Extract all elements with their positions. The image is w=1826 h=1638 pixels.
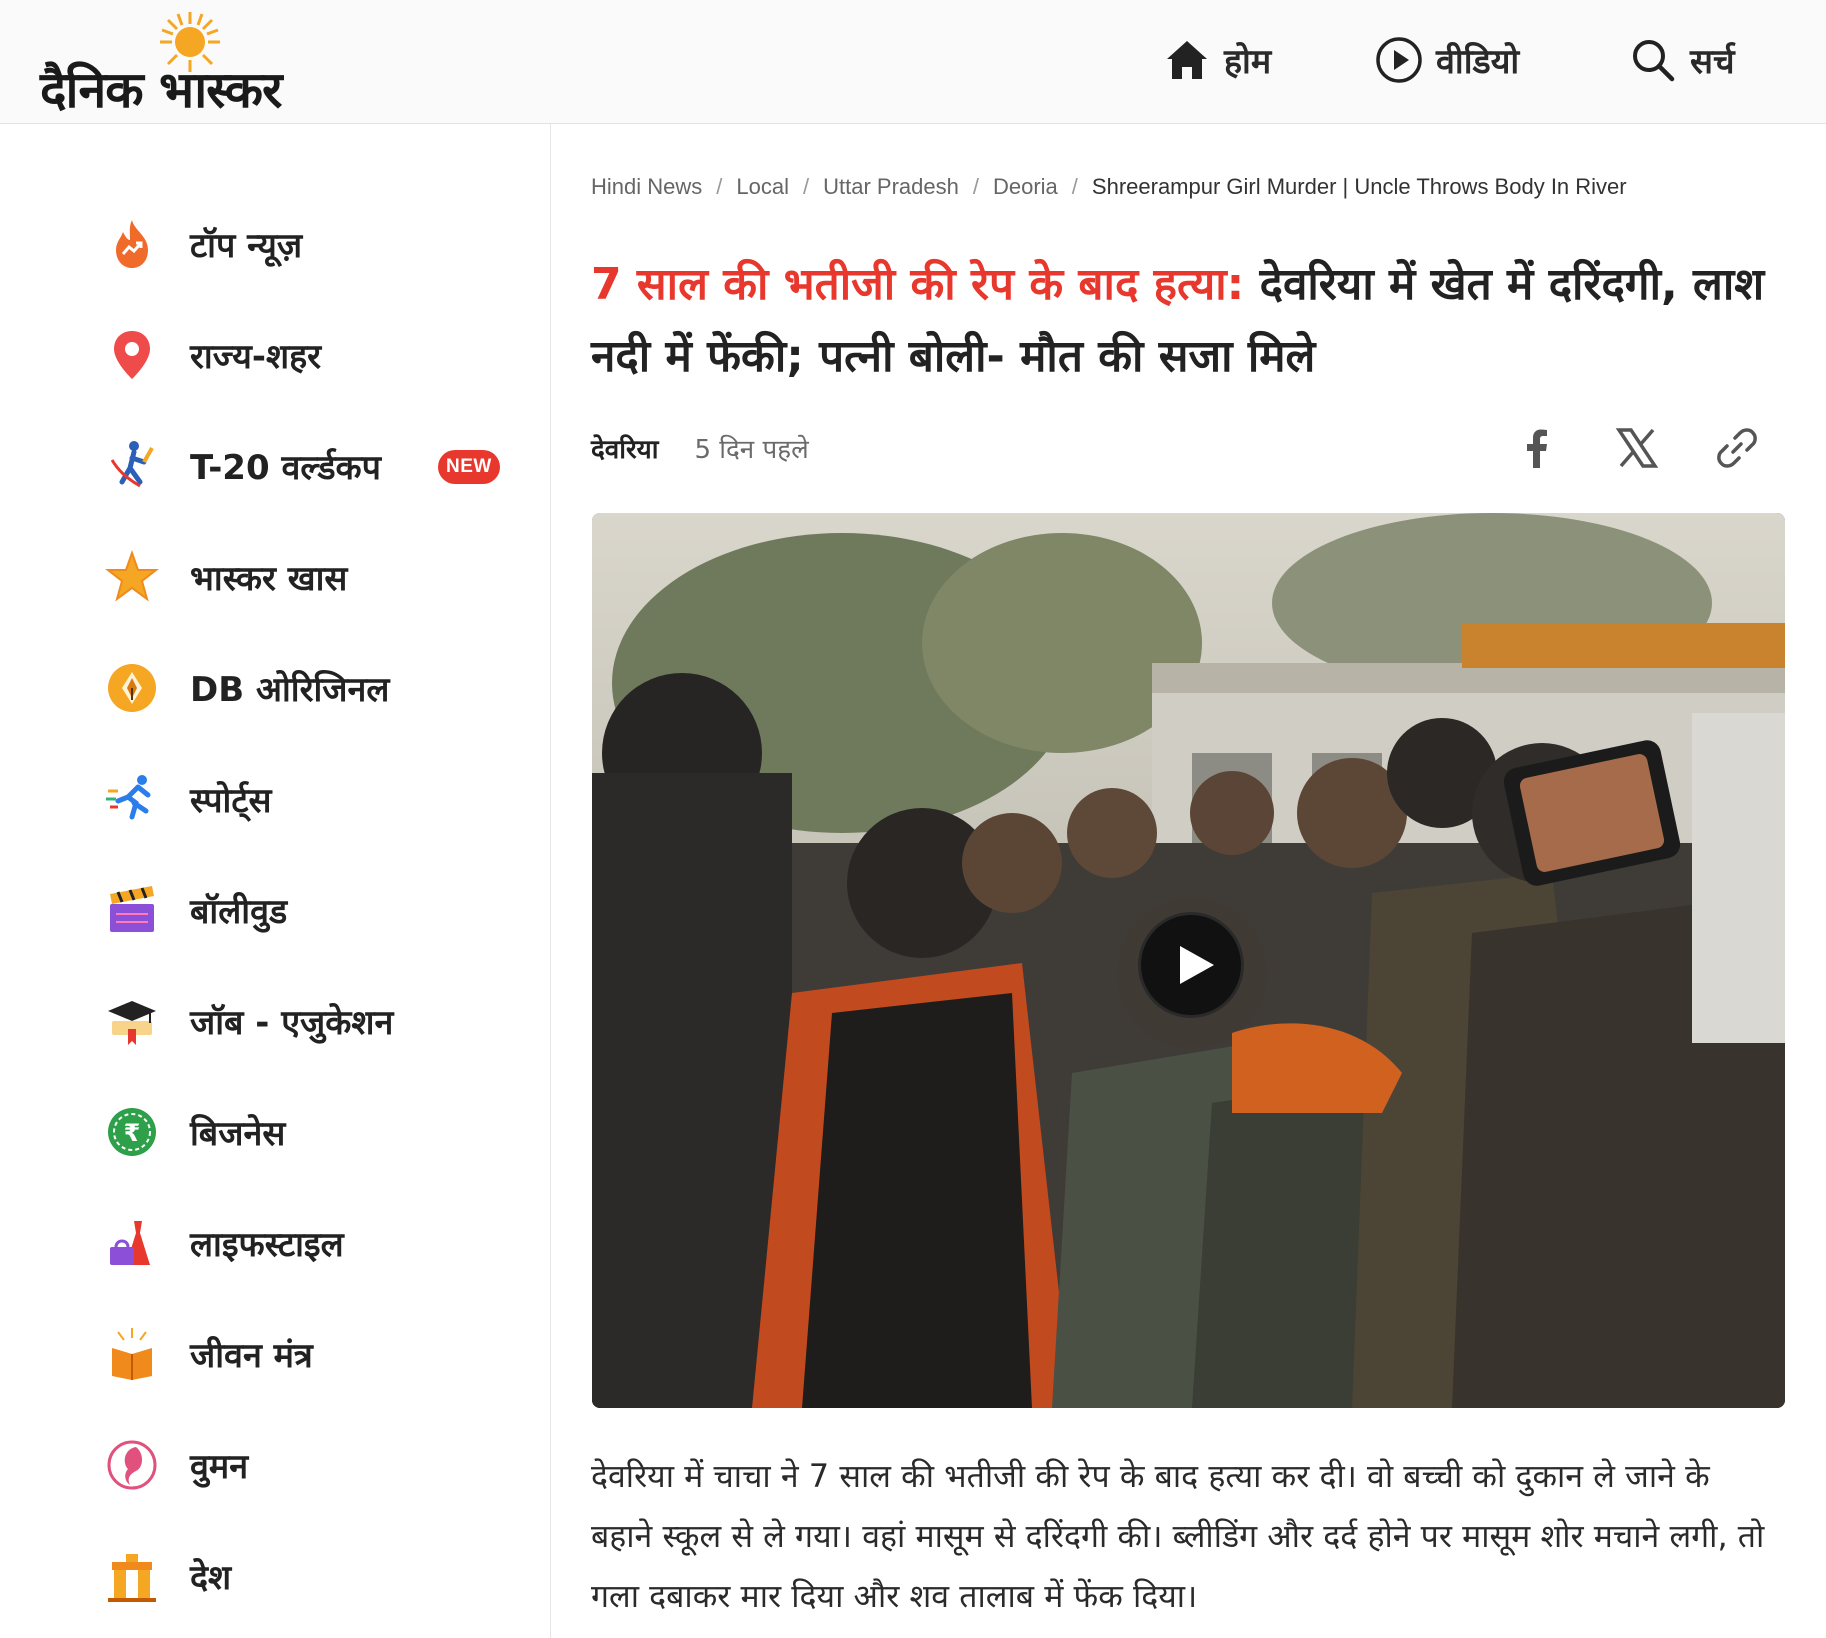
sidebar-item-label: बिजनेस [190, 1114, 286, 1154]
article-body: देवरिया में चाचा ने 7 साल की भतीजी की रे… [591, 1457, 1765, 1615]
facebook-icon [1527, 429, 1547, 468]
headline-highlight: 7 साल की भतीजी की रेप के बाद हत्या: [591, 259, 1245, 310]
location-pin-icon [114, 331, 150, 379]
sidebar-item-label: T-20 वर्ल्डकप [190, 448, 381, 488]
article-meta: देवरिया 5 दिन पहले [591, 430, 809, 466]
nav-video-label: वीडियो [1436, 42, 1520, 82]
sidebar-item-business[interactable]: ₹ बिजनेस [104, 1092, 524, 1172]
play-circle-icon [1376, 37, 1422, 83]
sidebar-item-label: लाइफस्टाइल [190, 1225, 344, 1265]
open-book-icon [112, 1328, 152, 1380]
breadcrumb-item[interactable]: Local [736, 174, 789, 200]
sidebar-item-label: स्पोर्ट्स [190, 781, 272, 821]
sidebar-item-label: भास्कर खास [190, 559, 348, 599]
pen-nib-icon [108, 664, 156, 712]
sidebar-item-desh[interactable]: देश [104, 1536, 524, 1616]
sidebar-item-job-education[interactable]: जॉब - एजुकेशन [104, 981, 524, 1061]
sidebar-item-top-news[interactable]: टॉप न्यूज़ [104, 204, 524, 284]
runner-icon [106, 775, 151, 820]
sidebar: टॉप न्यूज़ राज्य-शहर T-20 वर्ल्डकप NEW भ… [0, 124, 551, 1638]
sidebar-item-db-original[interactable]: DB ओरिजिनल [104, 648, 524, 728]
home-icon [1167, 41, 1207, 79]
dress-bag-icon [110, 1221, 150, 1265]
dainik-bhaskar-logo[interactable]: दैनिक भास्कर [40, 8, 340, 119]
sidebar-item-label: देश [190, 1558, 232, 1598]
rupee-icon: ₹ [108, 1108, 156, 1156]
sidebar-item-jeevan-mantra[interactable]: जीवन मंत्र [104, 1314, 524, 1394]
site-header: दैनिक भास्कर होम वीडियो सर्च [0, 0, 1826, 124]
breadcrumb-separator: / [1071, 174, 1078, 199]
flame-trend-icon [116, 220, 148, 268]
play-icon [1180, 946, 1214, 984]
nav-home[interactable]: होम [1162, 30, 1271, 90]
breadcrumb-item[interactable]: Hindi News [591, 174, 702, 200]
sidebar-item-bhaskar-khas[interactable]: भास्कर खास [104, 537, 524, 617]
star-icon [105, 549, 159, 602]
graduation-cap-icon [108, 1001, 156, 1045]
article-location[interactable]: देवरिया [591, 430, 658, 466]
play-button[interactable] [1138, 912, 1244, 1018]
nav-video[interactable]: वीडियो [1374, 30, 1519, 90]
nav-search[interactable]: सर्च [1628, 30, 1735, 90]
sidebar-item-t20-worldcup[interactable]: T-20 वर्ल्डकप NEW [104, 426, 524, 506]
sidebar-item-woman[interactable]: वुमन [104, 1425, 524, 1505]
svg-text:₹: ₹ [124, 1119, 141, 1147]
sidebar-item-sports[interactable]: स्पोर्ट्स [104, 759, 524, 839]
search-icon [1633, 40, 1675, 82]
woman-icon [107, 1440, 157, 1490]
sidebar-item-label: जीवन मंत्र [190, 1336, 313, 1376]
sidebar-item-bollywood[interactable]: बॉलीवुड [104, 870, 524, 950]
video-player[interactable] [592, 513, 1785, 1408]
share-x-button[interactable] [1609, 420, 1665, 476]
breadcrumb: Hindi News / Local / Uttar Pradesh / Deo… [591, 174, 1627, 200]
nav-search-label: सर्च [1690, 42, 1735, 82]
breadcrumb-item[interactable]: Uttar Pradesh [823, 174, 959, 200]
breadcrumb-item[interactable]: Deoria [993, 174, 1058, 200]
breadcrumb-separator: / [802, 174, 810, 199]
x-twitter-icon [1615, 428, 1659, 468]
breadcrumb-current: Shreerampur Girl Murder | Uncle Throws B… [1091, 174, 1627, 199]
article-main: Hindi News / Local / Uttar Pradesh / Deo… [591, 124, 1801, 1638]
cricket-batsman-icon [110, 441, 154, 488]
sidebar-item-label: राज्य-शहर [190, 337, 322, 377]
sidebar-item-label: DB ओरिजिनल [190, 670, 390, 710]
sidebar-item-label: टॉप न्यूज़ [190, 226, 303, 266]
nav-home-label: होम [1224, 42, 1272, 82]
share-facebook-button[interactable] [1509, 420, 1565, 476]
breadcrumb-separator: / [716, 174, 723, 199]
breadcrumb-separator: / [972, 174, 979, 199]
logo-text: दैनिक भास्कर [40, 61, 282, 119]
sidebar-item-label: जॉब - एजुकेशन [190, 1003, 394, 1043]
clapperboard-icon [110, 886, 154, 932]
sidebar-item-label: बॉलीवुड [190, 892, 288, 932]
sidebar-item-lifestyle[interactable]: लाइफस्टाइल [104, 1203, 524, 1283]
copy-link-button[interactable] [1709, 420, 1765, 476]
india-gate-icon [108, 1554, 156, 1602]
new-badge: NEW [438, 450, 500, 484]
link-icon [1717, 428, 1757, 468]
sidebar-item-state-city[interactable]: राज्य-शहर [104, 315, 524, 395]
article-time: 5 दिन पहले [694, 435, 809, 465]
article-headline: 7 साल की भतीजी की रेप के बाद हत्या: देवर… [591, 249, 1791, 393]
sidebar-item-label: वुमन [190, 1447, 249, 1487]
